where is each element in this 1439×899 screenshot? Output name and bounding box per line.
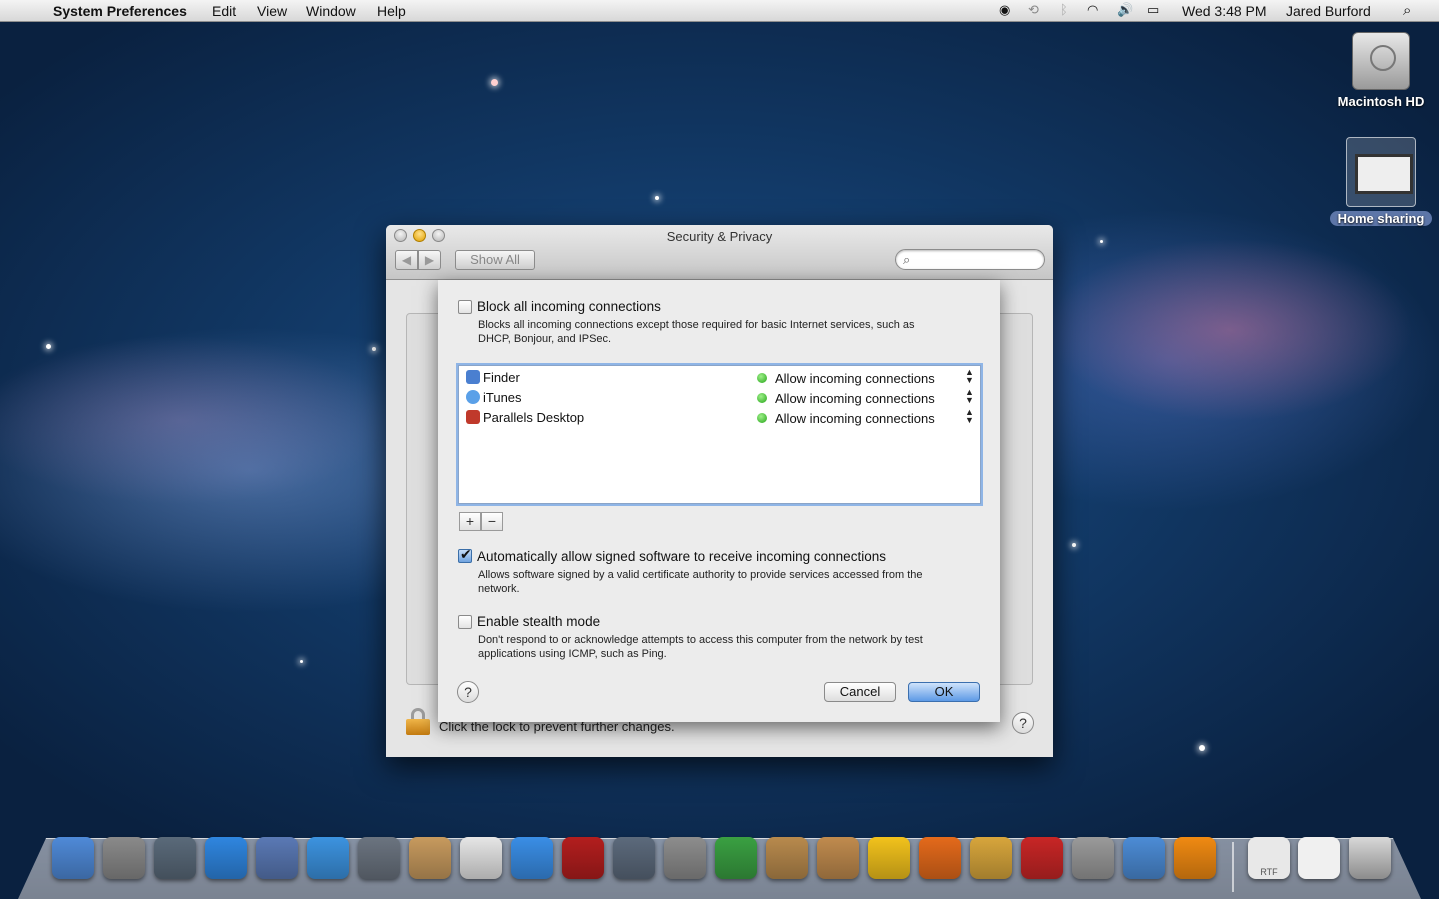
parallels-icon <box>466 410 480 424</box>
iphoto-icon[interactable] <box>613 837 655 879</box>
show-all-button[interactable]: Show All <box>455 250 535 270</box>
window-title: Security & Privacy <box>666 229 773 244</box>
back-button[interactable]: ◀ <box>395 250 418 270</box>
system-preferences-icon[interactable] <box>664 837 706 879</box>
status-dot-icon <box>757 413 767 423</box>
connection-setting[interactable]: Allow incoming connections <box>775 411 935 426</box>
popup-arrows-icon[interactable]: ▲ ▼ <box>965 408 974 425</box>
window-titlebar[interactable]: Security & Privacy ◀ ▶ Show All ⌕ <box>386 225 1053 280</box>
firewall-options-sheet: Block all incoming connections Blocks al… <box>438 280 1000 722</box>
photo-booth-icon[interactable] <box>562 837 604 879</box>
app-name: iTunes <box>483 390 522 405</box>
wifi-icon[interactable]: ◠ <box>1087 2 1098 18</box>
desktop-icon-home-sharing[interactable]: Home sharing <box>1326 137 1436 226</box>
popup-arrows-icon[interactable]: ▲ ▼ <box>965 368 974 385</box>
menu-view[interactable]: View <box>257 3 287 19</box>
status-dot-icon <box>757 393 767 403</box>
finder-icon <box>466 370 480 384</box>
ical-icon[interactable] <box>460 837 502 879</box>
webcam-status-icon[interactable]: ◉ <box>999 2 1010 18</box>
add-app-button[interactable]: + <box>459 512 481 531</box>
app-store-icon[interactable] <box>205 837 247 879</box>
list-item[interactable]: Parallels Desktop Allow incoming connect… <box>459 408 980 428</box>
block-all-title: Block all incoming connections <box>477 299 661 314</box>
cyberduck-icon[interactable] <box>868 837 910 879</box>
menu-bar: System Preferences Edit View Window Help… <box>0 0 1439 22</box>
window-help-button[interactable]: ? <box>1012 712 1034 734</box>
menu-app-name[interactable]: System Preferences <box>53 3 187 19</box>
menu-help[interactable]: Help <box>377 3 406 19</box>
archive-utility-icon[interactable] <box>766 837 808 879</box>
vlc-icon[interactable] <box>1174 837 1216 879</box>
auto-signed-checkbox[interactable] <box>458 546 472 563</box>
trash-icon[interactable] <box>1349 837 1391 879</box>
list-item[interactable]: Finder Allow incoming connections ▲ ▼ <box>459 368 980 388</box>
cocktail-icon[interactable] <box>970 837 1012 879</box>
block-all-description: Blocks all incoming connections except t… <box>478 319 915 345</box>
document-icon[interactable] <box>1298 837 1340 879</box>
desktop-icon-label: Home sharing <box>1329 211 1433 226</box>
bluetooth-icon[interactable]: ᛒ <box>1060 2 1068 17</box>
cancel-button[interactable]: Cancel <box>824 682 896 702</box>
time-machine-icon[interactable]: ⟲ <box>1028 2 1039 18</box>
menu-user-name[interactable]: Jared Burford <box>1286 3 1371 19</box>
safari-icon[interactable] <box>307 837 349 879</box>
search-input[interactable]: ⌕ <box>895 249 1045 270</box>
sheet-help-button[interactable]: ? <box>457 681 479 703</box>
address-book-icon[interactable] <box>409 837 451 879</box>
itunes-icon <box>466 390 480 404</box>
block-all-checkbox[interactable] <box>458 300 472 314</box>
hard-drive-icon <box>1352 32 1410 90</box>
desktop-icon-label: Macintosh HD <box>1337 94 1425 109</box>
auto-signed-title: Automatically allow signed software to r… <box>477 549 886 564</box>
search-icon: ⌕ <box>903 252 911 267</box>
facetime-icon[interactable] <box>358 837 400 879</box>
itunes-icon[interactable] <box>511 837 553 879</box>
application-list[interactable]: Finder Allow incoming connections ▲ ▼ iTu… <box>458 365 981 504</box>
compress-icon[interactable] <box>817 837 859 879</box>
mission-control-icon[interactable] <box>154 837 196 879</box>
remove-app-button[interactable]: − <box>481 512 503 531</box>
finder-icon[interactable] <box>52 837 94 879</box>
parallels-icon[interactable] <box>1021 837 1063 879</box>
stealth-mode-title: Enable stealth mode <box>477 614 601 629</box>
stealth-mode-checkbox[interactable] <box>458 615 472 629</box>
menu-window[interactable]: Window <box>306 3 356 19</box>
connection-setting[interactable]: Allow incoming connections <box>775 371 935 386</box>
menu-edit[interactable]: Edit <box>212 3 236 19</box>
stealth-mode-description: Don't respond to or acknowledge attempts… <box>478 634 923 660</box>
spotlight-icon[interactable]: ⌕ <box>1403 2 1411 19</box>
desktop-icon-macintosh-hd[interactable]: Macintosh HD <box>1326 32 1436 109</box>
transmit-icon[interactable] <box>1123 837 1165 879</box>
app-name: Finder <box>483 370 520 385</box>
mail-stamp-icon[interactable] <box>256 837 298 879</box>
screen-sharing-icon <box>1346 137 1416 207</box>
connection-setting[interactable]: Allow incoming connections <box>775 391 935 406</box>
app-name: Parallels Desktop <box>483 410 585 425</box>
rtf-document-icon[interactable]: RTF <box>1248 837 1290 879</box>
popup-arrows-icon[interactable]: ▲ ▼ <box>965 388 974 405</box>
forward-button[interactable]: ▶ <box>418 250 441 270</box>
utility-icon[interactable] <box>1072 837 1114 879</box>
menu-clock[interactable]: Wed 3:48 PM <box>1182 3 1267 19</box>
launchpad-icon[interactable] <box>103 837 145 879</box>
list-item[interactable]: iTunes Allow incoming connections ▲ ▼ <box>459 388 980 408</box>
volume-icon[interactable]: 🔊 <box>1117 2 1133 18</box>
dock-separator <box>1232 842 1234 892</box>
ok-button[interactable]: OK <box>908 682 980 702</box>
status-dot-icon <box>757 373 767 383</box>
firefox-icon[interactable] <box>919 837 961 879</box>
auto-signed-description: Allows software signed by a valid certif… <box>478 569 923 595</box>
battery-icon[interactable]: ▭ <box>1147 2 1159 18</box>
adium-icon[interactable] <box>715 837 757 879</box>
lock-icon[interactable] <box>406 708 430 735</box>
